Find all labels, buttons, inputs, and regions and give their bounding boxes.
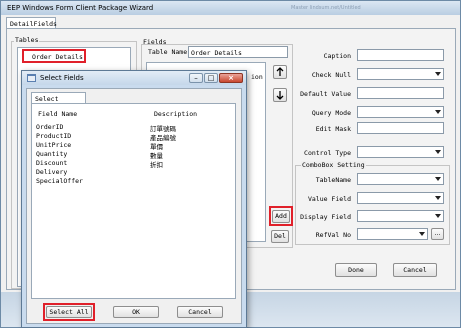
column-description[interactable]: Description — [154, 110, 197, 118]
field-name-cell: Discount — [36, 159, 68, 167]
fields-list-view[interactable]: Field Name Description OrderID 訂單號碼 Produc… — [31, 103, 236, 299]
default-value-label: Default Value — [300, 90, 351, 98]
field-name-cell: SpecialOffer — [36, 177, 83, 185]
field-name-cell: OrderID — [36, 123, 64, 131]
list-item[interactable]: UnitPrice 單價 — [32, 141, 232, 151]
done-button[interactable]: Done — [335, 263, 377, 277]
chevron-down-icon — [435, 110, 441, 114]
field-name-cell: UnitPrice — [36, 141, 72, 149]
edit-mask-label: Edit Mask — [315, 125, 351, 133]
value-field-label: Value Field — [307, 195, 351, 203]
minimize-button[interactable]: – — [189, 73, 203, 83]
list-item[interactable]: Delivery — [32, 168, 232, 176]
check-null-select[interactable] — [357, 68, 444, 80]
list-item[interactable]: OrderID 訂單號碼 — [32, 123, 232, 133]
fields-table-name-input[interactable]: Order Details — [188, 46, 288, 58]
combo-table-name-label: TableName — [315, 176, 351, 184]
del-button[interactable]: Del — [271, 230, 289, 243]
list-item[interactable]: ProductID 產品編號 — [32, 132, 232, 142]
control-type-label: Control Type — [304, 149, 351, 157]
move-down-button[interactable] — [273, 88, 287, 102]
list-item[interactable]: Quantity 數量 — [32, 150, 232, 160]
maximize-button[interactable]: □ — [204, 73, 218, 83]
up-arrow-icon — [276, 67, 284, 76]
refval-no-select[interactable] — [357, 228, 428, 240]
background-window-text: Master lindsum.net/Untitled — [291, 5, 361, 11]
fields-list-partial-text: ion — [251, 73, 263, 81]
dialog-cancel-button[interactable]: Cancel — [177, 306, 223, 318]
value-field-select[interactable] — [357, 192, 444, 204]
field-name-cell: Quantity — [36, 150, 68, 158]
dialog-body: Select Fields Field Name Description Ord… — [26, 88, 242, 324]
close-button[interactable]: × — [219, 73, 243, 83]
edit-mask-input[interactable] — [357, 122, 444, 134]
list-item[interactable]: Discount 折扣 — [32, 159, 232, 169]
chevron-down-icon — [435, 196, 441, 200]
title-bar: EEP Windows Form Client Package Wizard M… — [1, 1, 460, 15]
column-field-name[interactable]: Field Name — [38, 110, 77, 118]
display-field-label: Display Field — [300, 213, 351, 221]
caption-label: Caption — [323, 52, 351, 60]
combo-table-name-select[interactable] — [357, 173, 444, 185]
table-item-order-details[interactable]: Order Details — [22, 49, 86, 63]
field-name-cell: Delivery — [36, 168, 68, 176]
default-value-input[interactable] — [357, 87, 444, 99]
chevron-down-icon — [435, 177, 441, 181]
refval-browse-button[interactable]: ... — [431, 228, 444, 240]
display-field-select[interactable] — [357, 210, 444, 222]
dialog-title: Select Fields — [40, 74, 84, 82]
query-mode-label: Query Mode — [311, 109, 351, 117]
caption-input[interactable] — [357, 49, 444, 61]
tables-group-title: Tables — [14, 36, 40, 44]
dialog-ok-button[interactable]: OK — [113, 306, 159, 318]
query-mode-select[interactable] — [357, 106, 444, 118]
select-fields-dialog: Select Fields – □ × Select Fields Field … — [21, 70, 247, 328]
dialog-app-icon — [27, 74, 36, 82]
down-arrow-icon — [276, 91, 284, 100]
window-title: EEP Windows Form Client Package Wizard — [7, 4, 154, 12]
fields-rows: OrderID 訂單號碼 ProductID 產品編號 UnitPrice 單價 Quant… — [32, 123, 235, 203]
fields-table-name-label: Table Name: — [148, 48, 192, 56]
check-null-label: Check Null — [311, 71, 351, 79]
control-type-select[interactable] — [357, 146, 444, 158]
chevron-down-icon — [435, 150, 441, 154]
chevron-down-icon — [435, 72, 441, 76]
dialog-title-bar: Select Fields – □ × — [22, 71, 246, 85]
add-button[interactable]: Add — [272, 210, 290, 223]
combobox-setting-title: ComboBox Setting — [301, 161, 366, 169]
main-cancel-button[interactable]: Cancel — [393, 263, 437, 277]
move-up-button[interactable] — [273, 65, 287, 79]
chevron-down-icon — [419, 232, 425, 236]
field-name-cell: ProductID — [36, 132, 72, 140]
list-item[interactable]: SpecialOffer — [32, 177, 232, 185]
select-all-button[interactable]: Select All — [46, 306, 92, 318]
refval-no-label: RefVal No — [315, 231, 351, 239]
chevron-down-icon — [435, 214, 441, 218]
